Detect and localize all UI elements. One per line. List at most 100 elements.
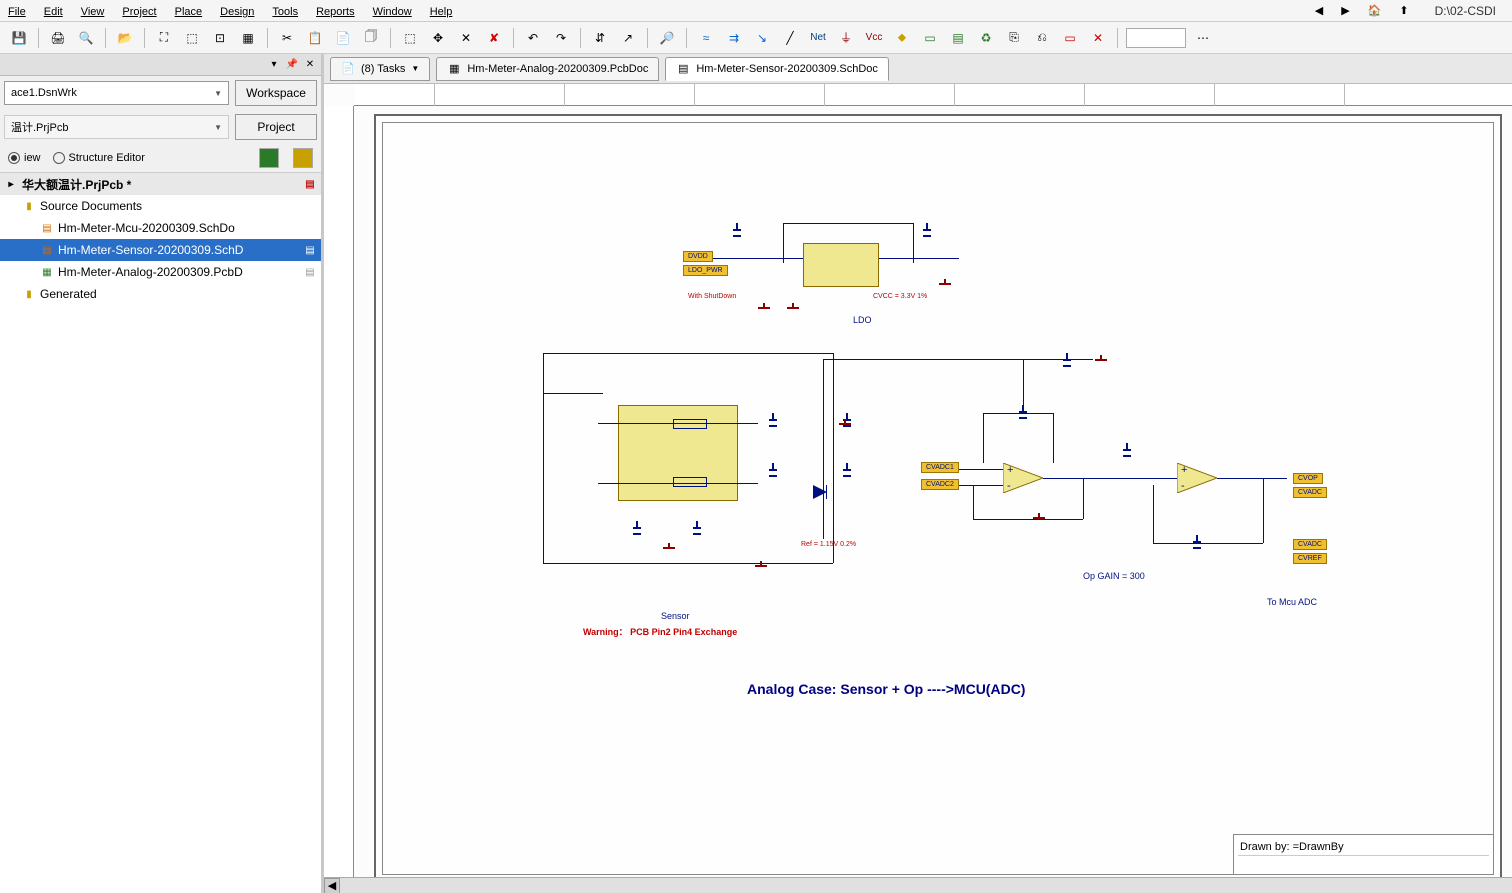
tab-tasks[interactable]: 📄 (8) Tasks ▼: [330, 57, 430, 81]
cap-m4[interactable]: [843, 463, 851, 479]
cap-m2[interactable]: [769, 463, 777, 479]
cap-c1[interactable]: [733, 223, 741, 239]
scroll-left-icon[interactable]: ◀: [324, 878, 340, 893]
cap-c2[interactable]: [923, 223, 931, 239]
copy-icon[interactable]: 📋: [304, 27, 326, 49]
menu-project[interactable]: Project: [122, 3, 156, 18]
port-icon[interactable]: ⬥: [891, 27, 913, 49]
project-dropdown[interactable]: 温计.PrjPcb: [4, 115, 229, 139]
expand-icon[interactable]: ▸: [4, 177, 18, 191]
net-cvadc2[interactable]: CVADC2: [921, 479, 959, 490]
net-cvadc1[interactable]: CVADC1: [921, 462, 959, 473]
save-icon[interactable]: 💾: [8, 27, 30, 49]
browse-icon[interactable]: 🔎: [656, 27, 678, 49]
zoom-area-icon[interactable]: ⬚: [181, 27, 203, 49]
polyline-icon[interactable]: ╱: [779, 27, 801, 49]
scrollbar-horizontal[interactable]: ◀: [324, 877, 1512, 893]
tree-project-root[interactable]: ▸ 华大额温计.PrjPcb * ▤: [0, 173, 321, 195]
cap-op2b[interactable]: [1193, 535, 1201, 551]
menu-view[interactable]: View: [81, 3, 105, 18]
part-icon[interactable]: ▭: [919, 27, 941, 49]
print-icon[interactable]: 🖨: [47, 27, 69, 49]
cross-probe-icon[interactable]: ↗: [617, 27, 639, 49]
nav-back-icon[interactable]: ◀: [1315, 4, 1323, 17]
net-ldo-pwr[interactable]: LDO_PWR: [683, 265, 728, 276]
net-out4[interactable]: CVREF: [1293, 553, 1327, 564]
file-view-radio[interactable]: iew: [8, 152, 41, 164]
view-opt1-icon[interactable]: [259, 148, 279, 168]
menu-file[interactable]: File: [8, 3, 26, 18]
zoom-full-icon[interactable]: ⛶: [153, 27, 175, 49]
tree-source-documents[interactable]: ▮ Source Documents: [0, 195, 321, 217]
paste-icon[interactable]: 📄: [332, 27, 354, 49]
gnd-port-icon[interactable]: ⏚: [835, 27, 857, 49]
cap-sensor2[interactable]: [693, 521, 701, 537]
close-x-icon[interactable]: ✕: [1087, 27, 1109, 49]
menu-design[interactable]: Design: [220, 3, 254, 18]
vcc-port-icon[interactable]: Vcc: [863, 27, 885, 49]
wire-icon[interactable]: ≈: [695, 27, 717, 49]
open-icon[interactable]: 📂: [114, 27, 136, 49]
preview-icon[interactable]: 🔍: [75, 27, 97, 49]
workspace-button[interactable]: Workspace: [235, 80, 317, 106]
deselect-icon[interactable]: ✕: [455, 27, 477, 49]
project-button[interactable]: Project: [235, 114, 317, 140]
project-tree[interactable]: ▸ 华大额温计.PrjPcb * ▤ ▮ Source Documents ▤ …: [0, 173, 321, 893]
opamp-u2[interactable]: +-: [1177, 463, 1217, 493]
cap-op2a[interactable]: [1123, 443, 1131, 459]
schematic-title: Analog Case: Sensor + Op ---->MCU(ADC): [747, 681, 1025, 697]
mode-dropdown[interactable]: [1126, 28, 1186, 48]
net-out2[interactable]: CVADC: [1293, 487, 1327, 498]
net-dvdd[interactable]: DVDD: [683, 251, 713, 262]
structure-editor-radio[interactable]: Structure Editor: [53, 152, 145, 164]
menu-tools[interactable]: Tools: [272, 3, 298, 18]
more-icon[interactable]: ⋯: [1192, 27, 1214, 49]
tab-sch[interactable]: ▤ Hm-Meter-Sensor-20200309.SchDoc: [665, 57, 889, 81]
panel-close-icon[interactable]: ✕: [303, 58, 317, 72]
cap-pwr1[interactable]: [1063, 353, 1071, 369]
nav-home-icon[interactable]: 🏠: [1368, 4, 1382, 17]
view-opt2-icon[interactable]: [293, 148, 313, 168]
clear-icon[interactable]: ✘: [483, 27, 505, 49]
nav-fwd-icon[interactable]: ▶: [1341, 4, 1349, 17]
tree-doc-analog[interactable]: ▦ Hm-Meter-Analog-20200309.PcbD ▤: [0, 261, 321, 283]
zoom-select-icon[interactable]: ⊡: [209, 27, 231, 49]
menu-help[interactable]: Help: [430, 3, 453, 18]
cap-m1[interactable]: [769, 413, 777, 429]
bus-entry-icon[interactable]: ↘: [751, 27, 773, 49]
tree-doc-sensor[interactable]: ▤ Hm-Meter-Sensor-20200309.SchD ▤: [0, 239, 321, 261]
net-label-icon[interactable]: Net: [807, 27, 829, 49]
opamp-u1[interactable]: +-: [1003, 463, 1043, 493]
select-icon[interactable]: ⬚: [399, 27, 421, 49]
tree-doc-mcu[interactable]: ▤ Hm-Meter-Mcu-20200309.SchDo: [0, 217, 321, 239]
workspace-dropdown[interactable]: ace1.DsnWrk: [4, 81, 229, 105]
redo-icon[interactable]: ↷: [550, 27, 572, 49]
harness-icon[interactable]: ⎌: [1031, 27, 1053, 49]
hierarchy-up-icon[interactable]: ⇵: [589, 27, 611, 49]
cap-sensor1[interactable]: [633, 521, 641, 537]
schematic-canvas[interactable]: DVDD LDO_PWR LDO CVCC = 3.3V 1% With Shu…: [324, 84, 1512, 893]
net-out1[interactable]: CVOP: [1293, 473, 1323, 484]
panel-dropdown-icon[interactable]: ▾: [267, 58, 281, 72]
menu-reports[interactable]: Reports: [316, 3, 355, 18]
move-icon[interactable]: ✥: [427, 27, 449, 49]
ldo-ic[interactable]: [803, 243, 879, 287]
sheet-entry-icon[interactable]: ♻: [975, 27, 997, 49]
bus-icon[interactable]: ⇉: [723, 27, 745, 49]
menu-place[interactable]: Place: [175, 3, 203, 18]
chevron-down-icon[interactable]: ▼: [411, 64, 419, 73]
nav-up-icon[interactable]: ⬆: [1399, 4, 1408, 17]
tree-generated[interactable]: ▮ Generated: [0, 283, 321, 305]
net-out3[interactable]: CVADC: [1293, 539, 1327, 550]
menu-window[interactable]: Window: [373, 3, 412, 18]
undo-icon[interactable]: ↶: [522, 27, 544, 49]
panel-pin-icon[interactable]: 📌: [285, 58, 299, 72]
sheet-symbol-icon[interactable]: ▤: [947, 27, 969, 49]
cut-icon[interactable]: ✂: [276, 27, 298, 49]
device-sheet-icon[interactable]: ⎘: [1003, 27, 1025, 49]
zoom-sheet-icon[interactable]: ▦: [237, 27, 259, 49]
no-erc-icon[interactable]: ▭: [1059, 27, 1081, 49]
menu-edit[interactable]: Edit: [44, 3, 63, 18]
tab-pcb[interactable]: ▦ Hm-Meter-Analog-20200309.PcbDoc: [436, 57, 659, 81]
rubber-stamp-icon[interactable]: 🗍: [360, 27, 382, 49]
